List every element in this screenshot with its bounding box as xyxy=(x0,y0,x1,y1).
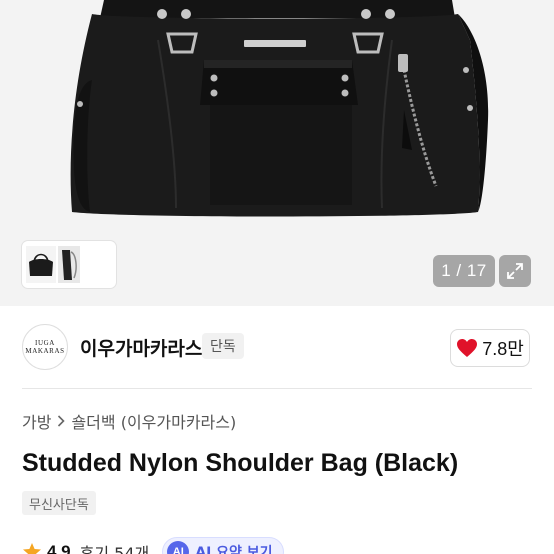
brand-exclusive-badge: 단독 xyxy=(202,333,244,359)
breadcrumb-item-subcategory[interactable]: 숄더백 (이우가마카라스) xyxy=(71,409,236,433)
brand-name-link[interactable]: 이우가마카라스 xyxy=(80,334,202,361)
musinsa-exclusive-badge: 무신사단독 xyxy=(22,491,96,515)
ai-icon: AI xyxy=(167,541,190,554)
fullscreen-button[interactable] xyxy=(499,255,531,287)
thumbnail-next-button[interactable] xyxy=(114,241,116,288)
brand-logo[interactable]: IUGA MAKARAS xyxy=(22,324,68,370)
expand-icon xyxy=(507,263,523,279)
star-icon xyxy=(23,543,41,554)
product-image-gallery[interactable]: 1 / 17 xyxy=(0,0,554,306)
thumbnail-image[interactable] xyxy=(26,246,56,283)
brand-logo-line2: MAKARAS xyxy=(25,347,65,355)
image-counter: 1 / 17 xyxy=(433,255,495,287)
like-count: 7.8만 xyxy=(482,339,524,359)
breadcrumb-item-category[interactable]: 가방 xyxy=(22,409,51,433)
product-title: Studded Nylon Shoulder Bag (Black) xyxy=(22,449,459,477)
brand-logo-line1: IUGA xyxy=(35,339,55,347)
section-divider xyxy=(22,388,532,389)
like-button[interactable]: 7.8만 xyxy=(450,329,530,367)
rating-value: 4.9 xyxy=(47,542,71,554)
review-summary: 4.9 후기 54개 AI AI 요약 보기 xyxy=(22,537,284,554)
chevron-right-icon xyxy=(58,415,66,427)
thumbnail-strip[interactable] xyxy=(22,241,116,288)
ai-summary-label: AI 요약 보기 xyxy=(195,545,273,554)
heart-icon xyxy=(457,339,478,357)
ai-summary-button[interactable]: AI AI 요약 보기 xyxy=(162,537,284,554)
brand-row: IUGA MAKARAS 이우가마카라스 단독 7.8만 xyxy=(0,306,554,388)
thumbnail-image[interactable] xyxy=(58,246,80,283)
review-count-link[interactable]: 후기 54개 xyxy=(80,540,150,554)
breadcrumb: 가방 숄더백 (이우가마카라스) xyxy=(22,409,236,433)
